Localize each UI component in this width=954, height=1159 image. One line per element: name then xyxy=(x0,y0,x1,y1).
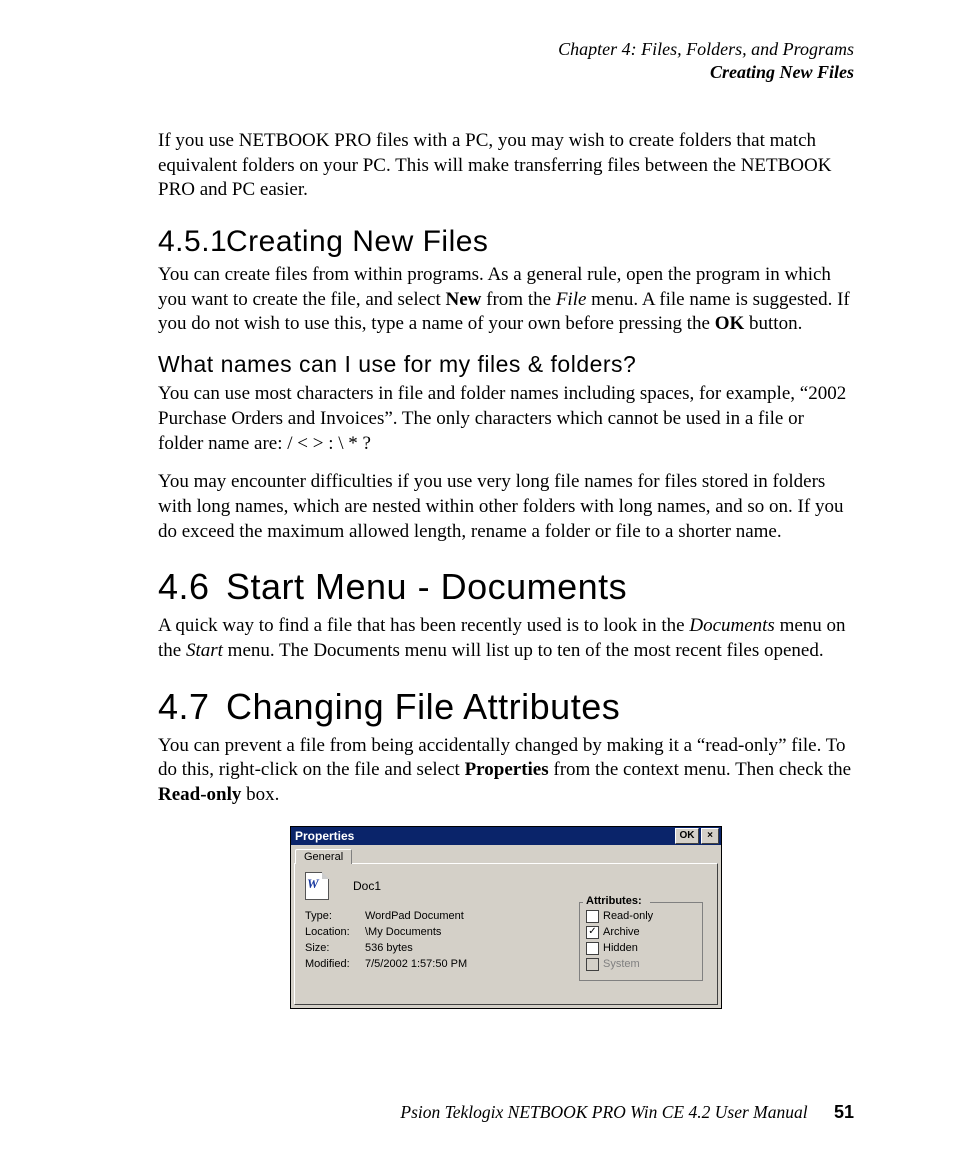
attributes-legend: Attributes: xyxy=(584,895,644,907)
header-section: Creating New Files xyxy=(158,61,854,84)
attributes-group: Attributes: Read-only ✓Archive Hidden Sy… xyxy=(579,902,703,981)
checkbox-archive[interactable]: ✓Archive xyxy=(586,926,696,939)
footer-text: Psion Teklogix NETBOOK PRO Win CE 4.2 Us… xyxy=(400,1102,807,1122)
checkbox-system: System xyxy=(586,958,696,971)
ok-button[interactable]: OK xyxy=(675,828,699,844)
s47-paragraph: You can prevent a file from being accide… xyxy=(158,734,854,808)
tab-panel: W Doc1 Type:WordPad Document Location:\M… xyxy=(294,863,718,1005)
heading-4-7: 4.7Changing File Attributes xyxy=(158,686,854,728)
page-number: 51 xyxy=(834,1102,854,1122)
heading-text: Changing File Attributes xyxy=(226,686,620,727)
checkbox-icon xyxy=(586,958,599,971)
page-header: Chapter 4: Files, Folders, and Programs … xyxy=(158,38,854,83)
heading-number: 4.6 xyxy=(158,566,226,608)
heading-text: Creating New Files xyxy=(226,225,488,258)
heading-number: 4.5.1 xyxy=(158,225,226,259)
heading-names-question: What names can I use for my files & fold… xyxy=(158,351,854,378)
header-chapter: Chapter 4: Files, Folders, and Programs xyxy=(158,38,854,61)
page-footer: Psion Teklogix NETBOOK PRO Win CE 4.2 Us… xyxy=(400,1102,854,1123)
close-button[interactable]: × xyxy=(701,828,719,844)
document-name: Doc1 xyxy=(353,879,381,893)
intro-paragraph: If you use NETBOOK PRO files with a PC, … xyxy=(158,129,854,203)
checkbox-icon xyxy=(586,942,599,955)
heading-4-6: 4.6Start Menu - Documents xyxy=(158,566,854,608)
checkbox-readonly[interactable]: Read-only xyxy=(586,910,696,923)
checkbox-hidden[interactable]: Hidden xyxy=(586,942,696,955)
s46-paragraph: A quick way to find a file that has been… xyxy=(158,614,854,663)
heading-number: 4.7 xyxy=(158,686,226,728)
tab-general[interactable]: General xyxy=(295,849,352,864)
names-p1: You can use most characters in file and … xyxy=(158,382,854,456)
s451-paragraph: You can create files from within program… xyxy=(158,263,854,337)
checkbox-icon xyxy=(586,910,599,923)
heading-text: Start Menu - Documents xyxy=(226,566,627,607)
properties-dialog: Properties OK × General W Doc1 Type:Word… xyxy=(290,826,722,1009)
names-p2: You may encounter difficulties if you us… xyxy=(158,470,854,544)
dialog-titlebar: Properties OK × xyxy=(291,827,721,845)
heading-4-5-1: 4.5.1Creating New Files xyxy=(158,225,854,259)
document-icon: W xyxy=(305,872,329,900)
dialog-title: Properties xyxy=(295,827,675,845)
checkbox-icon: ✓ xyxy=(586,926,599,939)
